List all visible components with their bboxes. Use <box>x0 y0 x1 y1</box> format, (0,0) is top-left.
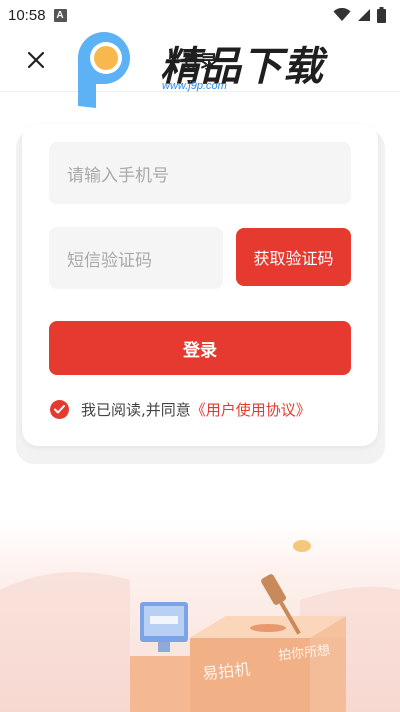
phone-input[interactable]: 请输入手机号 <box>49 142 351 204</box>
battery-icon <box>377 7 386 23</box>
login-button[interactable]: 登录 <box>49 321 351 375</box>
signal-icon <box>358 9 370 21</box>
agreement-link[interactable]: 《用户使用协议》 <box>191 399 311 420</box>
illustration-graphic <box>0 540 400 712</box>
status-time: 10:58 <box>8 6 46 24</box>
auction-illustration: 易拍机 拍你所想 <box>0 520 400 712</box>
wifi-icon <box>333 8 351 21</box>
agree-checkbox[interactable] <box>50 399 69 419</box>
header-bar: 登录 精品下载 www.j9p.com <box>0 30 400 108</box>
check-icon <box>54 404 65 413</box>
status-right <box>333 7 386 23</box>
page-title: 登录 <box>182 52 218 73</box>
box-label-left: 易拍机 <box>201 659 252 684</box>
login-card: 请输入手机号 短信验证码 获取验证码 登录 我已阅读,并同意 《用户使用协议》 <box>22 124 378 446</box>
agree-text: 我已阅读,并同意 <box>81 400 191 419</box>
watermark-url: www.j9p.com <box>162 80 227 92</box>
status-left: 10:58 A <box>8 7 67 24</box>
get-code-button[interactable]: 获取验证码 <box>236 228 351 286</box>
agreement-row: 我已阅读,并同意 《用户使用协议》 <box>50 398 311 420</box>
status-bar: 10:58 A <box>0 0 400 30</box>
sms-code-input[interactable]: 短信验证码 <box>49 227 223 289</box>
notification-icon: A <box>53 8 67 22</box>
